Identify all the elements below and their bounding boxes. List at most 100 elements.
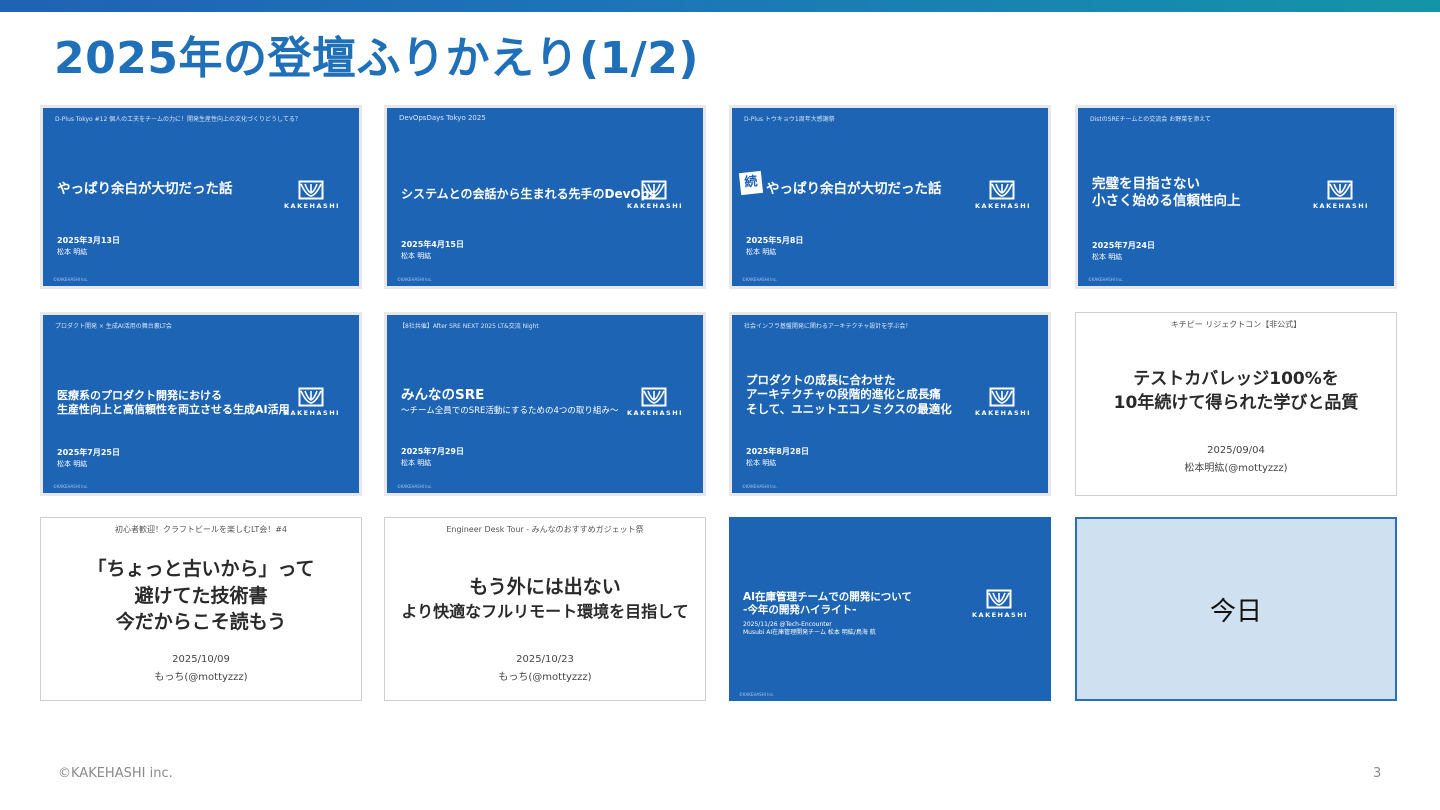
slide-thumbnail[interactable]: D-Plus Tokyo #12 個人の工夫をチームの力に！開発生産性向上の文化…	[40, 105, 362, 289]
slide-title-line: 「ちょっと古いから」って	[87, 558, 315, 580]
slide-date: 2025年7月24日	[1092, 241, 1155, 250]
slide-event-name: DistのSREチームとの交流会 お野菜を添えて	[1090, 116, 1211, 123]
slide-date: 2025年3月13日	[57, 236, 120, 245]
slide-date: 2025/09/04	[1207, 445, 1265, 456]
slide-title-line: より快適なフルリモート環境を目指して	[401, 601, 689, 621]
kakehashi-logo: KAKEHASHI	[972, 589, 1029, 627]
slide-event-name: 社会インフラ基盤開発に関わるアーキテクチャ設計を学ぶ会！	[744, 323, 912, 330]
slide-date: 2025/10/09	[172, 654, 230, 665]
today-slide[interactable]: 今日	[1075, 517, 1397, 701]
slide-author: 松本 明紘	[746, 459, 777, 467]
slide-date: 2025年7月29日	[401, 447, 464, 456]
slide-grid: D-Plus Tokyo #12 個人の工夫をチームの力に！開発生産性向上の文化…	[40, 105, 1400, 701]
slide-title: もう外には出ない より快適なフルリモート環境を目指して	[385, 574, 705, 623]
slide-author: 松本 明紘	[401, 459, 432, 467]
logo-wordmark: KAKEHASHI	[975, 202, 1032, 210]
logo-wordmark: KAKEHASHI	[284, 202, 341, 210]
kakehashi-logo: KAKEHASHI	[627, 180, 684, 218]
logo-wordmark: KAKEHASHI	[975, 409, 1032, 417]
slide-title-line: もう外には出ない	[469, 576, 621, 598]
slide-title-line: 生産性向上と高信頼性を両立させる生成AI活用	[57, 402, 290, 416]
today-label: 今日	[1209, 597, 1262, 627]
slide-event-name: D-Plus トウキョウ1周年大感謝祭	[744, 116, 835, 123]
page-number: 3	[1373, 766, 1382, 781]
slide-event-name: 初心者歓迎！クラフトビールを楽しむLT会！#4	[114, 525, 288, 534]
sequel-tag: 続	[738, 170, 764, 196]
slide-title-line: AI在庫管理チームでの開発について	[743, 591, 912, 603]
kakehashi-logo-icon	[989, 180, 1015, 200]
slide-title-line: 完璧を目指さない	[1092, 176, 1200, 192]
kakehashi-logo: KAKEHASHI	[975, 180, 1032, 218]
slide-title-line: 避けてた技術書	[134, 584, 268, 607]
slide-title-line: 医療系のプロダクト開発における	[57, 389, 222, 402]
slide-detail-line: Musubi AI在庫管理開発チーム 松本 明紘/鳥海 航	[743, 629, 876, 637]
slide-title-line: そして、ユニットエコノミクスの最適化	[746, 401, 952, 416]
logo-wordmark: KAKEHASHI	[627, 202, 684, 210]
kakehashi-logo: KAKEHASHI	[1313, 180, 1370, 218]
slide-title: みんなのSRE 〜チーム全員でのSRE活動にするための4つの取り組み〜	[401, 387, 618, 417]
slide-title-line: プロダクトの成長に合わせた	[746, 373, 896, 387]
slide-author: 松本 明紘	[57, 248, 88, 256]
slide-title-line: テストカバレッジ100%を	[1133, 369, 1339, 389]
slide-thumbnail[interactable]: Engineer Desk Tour - みんなのおすすめガジェット祭 もう外に…	[384, 517, 706, 701]
footer-copyright: ©KAKEHASHI inc.	[58, 766, 173, 781]
slide-date: 2025年8月28日	[746, 447, 809, 456]
slide-author: 松本 明紘	[401, 252, 432, 260]
slide-copyright: ©KAKEHASHI Inc.	[1088, 277, 1124, 282]
kakehashi-logo: KAKEHASHI	[284, 387, 341, 425]
slide-copyright: ©KAKEHASHI Inc.	[742, 277, 778, 282]
slide-date: 2025年7月25日	[57, 448, 120, 457]
kakehashi-logo-icon	[641, 387, 667, 407]
slide-copyright: ©KAKEHASHI Inc.	[53, 277, 89, 282]
slide-title: AI在庫管理チームでの開発について -今年の開発ハイライト-	[743, 591, 912, 617]
slide-thumbnail[interactable]: 社会インフラ基盤開発に関わるアーキテクチャ設計を学ぶ会！ プロダクトの成長に合わ…	[729, 312, 1051, 496]
slide-event-name: 【8社共催】After SRE NEXT 2025 LT&交流 Night	[399, 323, 539, 330]
logo-wordmark: KAKEHASHI	[627, 409, 684, 417]
kakehashi-logo-icon	[641, 180, 667, 200]
slide-detail-line: 2025/11/26 @Tech-Encounter	[743, 621, 832, 628]
slide-title: 医療系のプロダクト開発における 生産性向上と高信頼性を両立させる生成AI活用	[57, 389, 290, 417]
kakehashi-logo-icon	[298, 180, 324, 200]
slide-event-name: DevOpsDays Tokyo 2025	[399, 114, 486, 122]
slide-copyright: ©KAKEHASHI Inc.	[742, 484, 778, 489]
slide-author: もっち(@mottyzzz)	[498, 672, 592, 683]
slide-author: 松本 明紘	[746, 248, 777, 256]
slide-thumbnail[interactable]: プロダクト開発 × 生成AI活用の舞台裏LT会 医療系のプロダクト開発における …	[40, 312, 362, 496]
slide-thumbnail[interactable]: DevOpsDays Tokyo 2025 システムとの会話から生まれる先手のD…	[384, 105, 706, 289]
slide-event-name: Engineer Desk Tour - みんなのおすすめガジェット祭	[446, 525, 644, 534]
slide-thumbnail[interactable]: 【8社共催】After SRE NEXT 2025 LT&交流 Night みん…	[384, 312, 706, 496]
slide-author: もっち(@mottyzzz)	[154, 672, 248, 683]
slide-subtitle: 〜チーム全員でのSRE活動にするための4つの取り組み〜	[401, 405, 619, 416]
slide-thumbnail[interactable]: DistのSREチームとの交流会 お野菜を添えて 完璧を目指さない 小さく始める…	[1075, 105, 1397, 289]
logo-wordmark: KAKEHASHI	[1313, 202, 1370, 210]
slide-title-line: 今だからこそ読もう	[115, 611, 287, 634]
slide-title-line: -今年の開発ハイライト-	[743, 604, 857, 617]
slide-copyright: ©KAKEHASHI Inc.	[397, 277, 433, 282]
slide-copyright: ©KAKEHASHI Inc.	[397, 484, 433, 489]
kakehashi-logo-icon	[298, 387, 324, 407]
slide-copyright: ©KAKEHASHI Inc.	[53, 484, 89, 489]
slide-author: 松本 明紘	[1092, 253, 1123, 261]
slide-thumbnail[interactable]: AI在庫管理チームでの開発について -今年の開発ハイライト- 2025/11/2…	[729, 517, 1051, 701]
slide-thumbnail[interactable]: キチピー リジェクトコン【非公式】 テストカバレッジ100%を 10年続けて得ら…	[1075, 312, 1397, 496]
logo-wordmark: KAKEHASHI	[284, 409, 341, 417]
slide-title-main: みんなのSRE	[401, 387, 485, 403]
kakehashi-logo-icon	[986, 589, 1012, 609]
slide-title: システムとの会話から生まれる先手のDevOps	[401, 187, 657, 201]
slide-title-line: アーキテクチャの段階的進化と成長痛	[746, 387, 941, 402]
slide-event-name: キチピー リジェクトコン【非公式】	[1170, 320, 1302, 329]
slide-thumbnail[interactable]: D-Plus トウキョウ1周年大感謝祭 続 やっぱり余白が大切だった話 KAKE…	[729, 105, 1051, 289]
slide-event-name: プロダクト開発 × 生成AI活用の舞台裏LT会	[55, 323, 172, 330]
slide-details: 2025/11/26 @Tech-Encounter Musubi AI在庫管理…	[743, 621, 876, 637]
slide-thumbnail[interactable]: 初心者歓迎！クラフトビールを楽しむLT会！#4 「ちょっと古いから」って 避けて…	[40, 517, 362, 701]
slide-title: 完璧を目指さない 小さく始める信頼性向上	[1092, 176, 1241, 210]
page-title: 2025年の登壇ふりかえり(1/2)	[54, 33, 699, 84]
kakehashi-logo: KAKEHASHI	[627, 387, 684, 425]
kakehashi-logo: KAKEHASHI	[284, 180, 341, 218]
slide-date: 2025/10/23	[516, 654, 574, 665]
kakehashi-logo-icon	[989, 387, 1015, 407]
slide-title: プロダクトの成長に合わせた アーキテクチャの段階的進化と成長痛 そして、ユニット…	[746, 373, 952, 416]
logo-wordmark: KAKEHASHI	[972, 611, 1029, 619]
slide-title-line: 10年続けて得られた学びと品質	[1113, 392, 1359, 413]
slide-title-line: 小さく始める信頼性向上	[1092, 192, 1241, 209]
